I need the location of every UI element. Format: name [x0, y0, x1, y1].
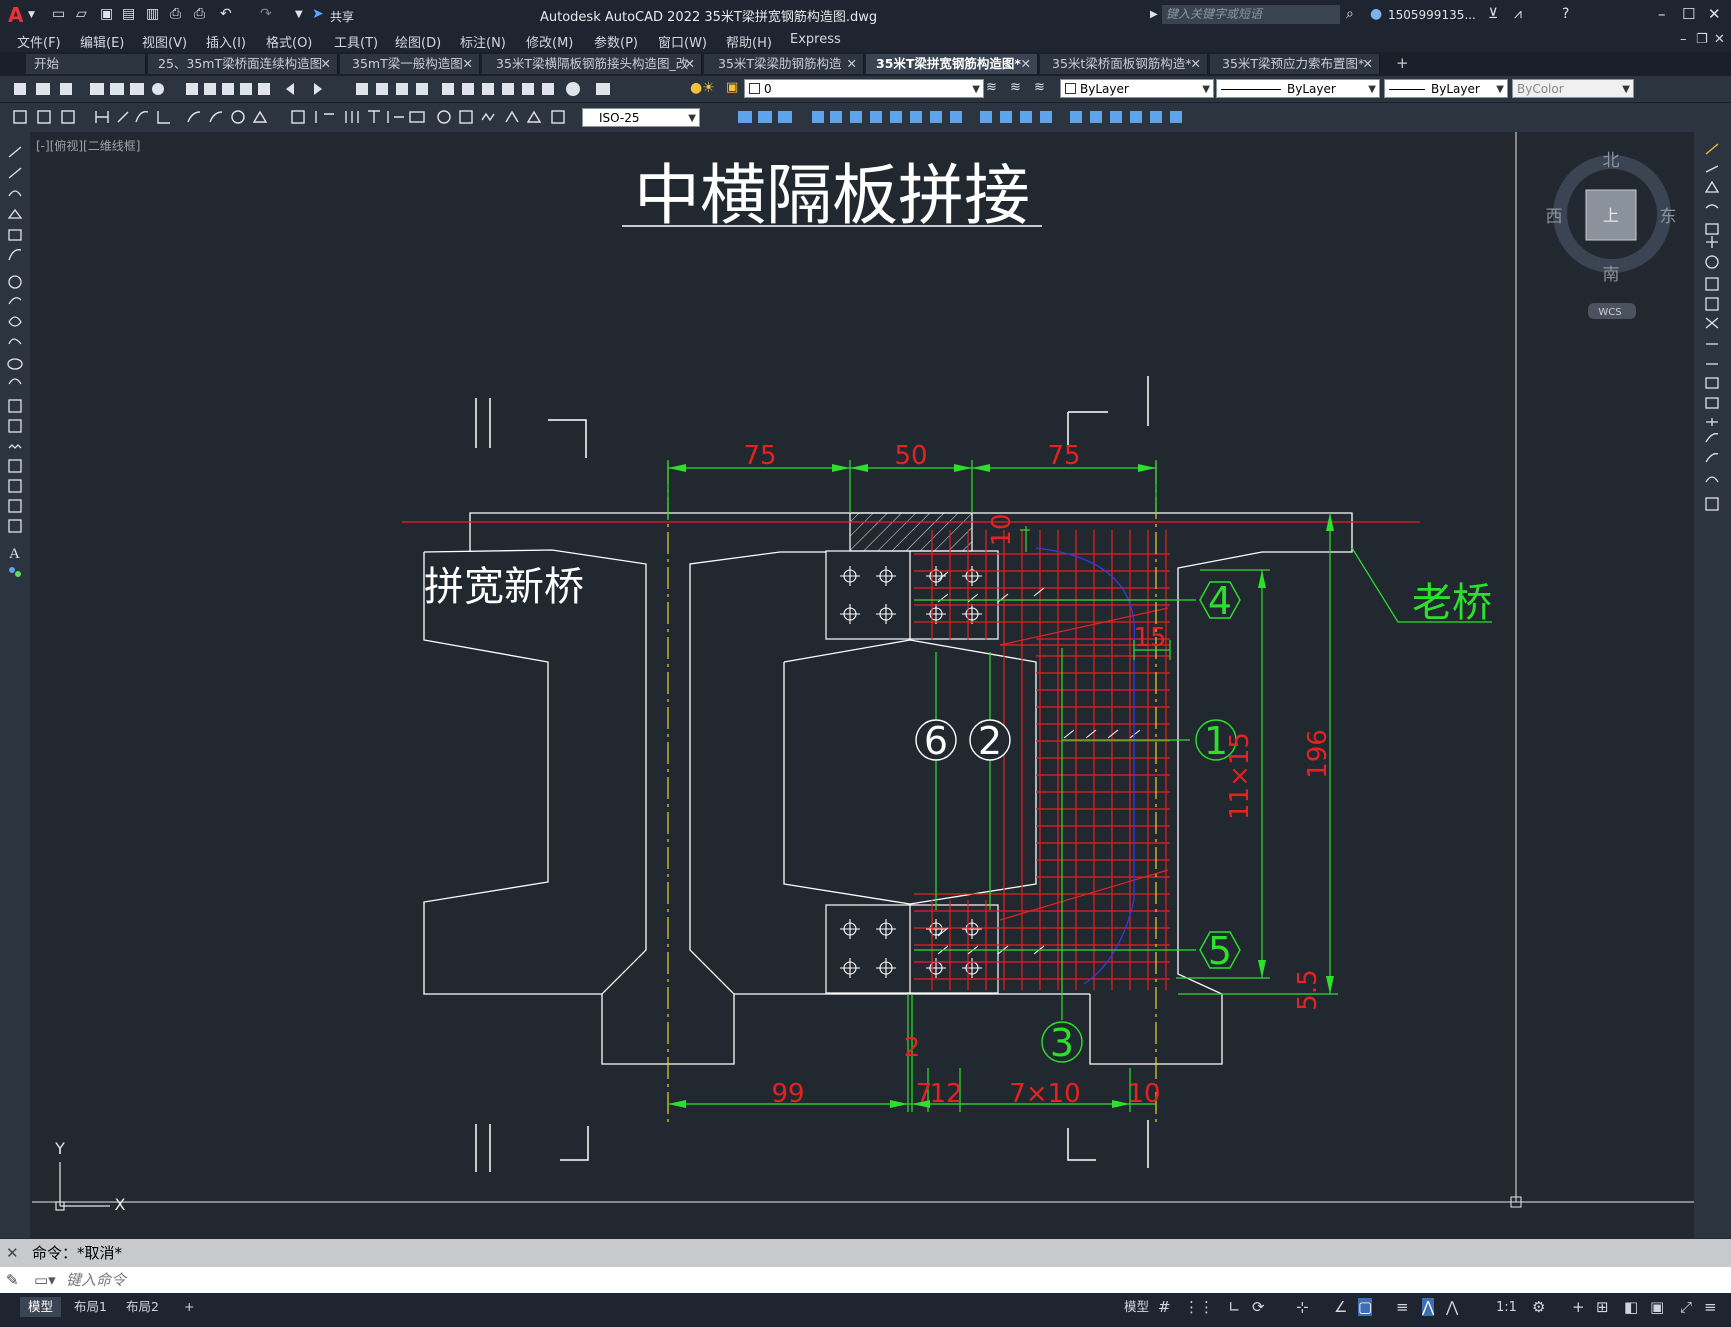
quick-properties-icon[interactable]: ◧ [1624, 1298, 1638, 1316]
dim-top-50: 50 [894, 441, 927, 471]
dim-5-5: 5.5 [1293, 969, 1323, 1010]
osnap-icon[interactable]: ▢ [1358, 1298, 1373, 1316]
units-icon[interactable]: ⊞ [1596, 1298, 1609, 1316]
drawing-title: 中横隔板拼接 [634, 157, 1030, 234]
isodraft-icon[interactable]: ⊹ [1296, 1298, 1309, 1316]
dim-11x15: 11×15 [1225, 732, 1255, 820]
viewcube-face-label[interactable]: 上 [1603, 206, 1619, 225]
annotation-visibility-icon[interactable]: ⋀ [1422, 1298, 1435, 1316]
old-bridge-outline [850, 512, 1353, 1065]
viewcube-south[interactable]: 南 [1603, 265, 1620, 285]
ucs-icon [55, 1162, 110, 1211]
command-history: ✕ 命令：*取消* [0, 1239, 1731, 1267]
command-line[interactable]: ✎ ▭▾ 键入命令 [0, 1267, 1731, 1293]
dim-top-75-left: 75 [743, 441, 776, 471]
model-space-button[interactable]: 模型 [1116, 1297, 1157, 1317]
wcs-label[interactable]: WCS [1598, 307, 1621, 318]
ucs-x-label: X [115, 1195, 126, 1214]
grid-icon[interactable]: # [1158, 1298, 1171, 1316]
annotation-monitor-icon[interactable]: + [1572, 1298, 1585, 1316]
osnap-tracking-icon[interactable]: ∠ [1334, 1298, 1347, 1316]
viewcube-north[interactable]: 北 [1603, 151, 1620, 171]
bolts [840, 566, 982, 978]
dim-196: 196 [1303, 729, 1333, 779]
layout-tab-model[interactable]: 模型 [20, 1297, 62, 1317]
dim-2: 2 [904, 1033, 921, 1063]
auto-scale-icon[interactable]: ⋀ [1446, 1298, 1458, 1316]
drawing-svg: 中横隔板拼接 4 1 5 6 2 3 75 50 75 99 7 12 7×10… [32, 132, 1694, 1214]
layout-tab-2[interactable]: 布局2 [118, 1297, 167, 1317]
blue-reference-curve [1035, 547, 1135, 985]
callout-2: 2 [978, 719, 1002, 763]
callout-bubbles [1041, 581, 1241, 1063]
hatched-joint [849, 512, 973, 552]
annotation-scale[interactable]: 1:1 [1496, 1300, 1517, 1315]
command-input[interactable]: 键入命令 [66, 1267, 126, 1293]
old-bridge-label: 老桥 [1412, 580, 1492, 626]
dim-bottom-7x10: 7×10 [1009, 1079, 1080, 1109]
dim-bottom-12: 12 [929, 1079, 962, 1109]
snap-icon[interactable]: ⋮⋮ [1184, 1298, 1214, 1316]
dim-bottom-10: 10 [1127, 1079, 1160, 1109]
isolate-objects-icon[interactable]: ▣ [1650, 1298, 1664, 1316]
polar-icon[interactable]: ⟳ [1252, 1298, 1265, 1316]
callout-6: 6 [924, 719, 948, 763]
workspace-gear-icon[interactable]: ⚙ [1532, 1298, 1545, 1316]
viewcube-west[interactable]: 西 [1546, 207, 1563, 227]
command-recent-icon[interactable]: ▭▾ [34, 1267, 56, 1293]
customization-icon[interactable]: ≡ [1704, 1298, 1717, 1316]
dim-bottom-99: 99 [771, 1079, 804, 1109]
dim-15: 15 [1133, 623, 1166, 653]
command-wrench-icon[interactable]: ✎ [6, 1267, 19, 1293]
status-bar: 模型 布局1 布局2 + 模型 # ⋮⋮ ∟ ⟳ ⊹ ∠ ▢ ≡ ⋀ ⋀ 1:1… [0, 1293, 1731, 1327]
new-bridge-label: 拼宽新桥 [424, 564, 584, 610]
layout-tab-1[interactable]: 布局1 [66, 1297, 115, 1317]
command-history-text: 命令：*取消* [32, 1244, 123, 1262]
callout-4: 4 [1208, 579, 1232, 623]
command-close-icon[interactable]: ✕ [6, 1239, 19, 1267]
callout-3: 3 [1050, 1021, 1074, 1065]
ortho-icon[interactable]: ∟ [1228, 1298, 1241, 1316]
viewcube-east[interactable]: 东 [1660, 207, 1677, 227]
dim-10-vertical: 10 [987, 513, 1017, 546]
clean-screen-icon[interactable]: ⤢ [1680, 1298, 1692, 1316]
dim-top-75-right: 75 [1047, 441, 1080, 471]
callout-5: 5 [1208, 929, 1232, 973]
add-layout-icon[interactable]: + [176, 1297, 202, 1317]
ucs-y-label: Y [54, 1139, 65, 1158]
lineweight-icon[interactable]: ≡ [1396, 1298, 1409, 1316]
